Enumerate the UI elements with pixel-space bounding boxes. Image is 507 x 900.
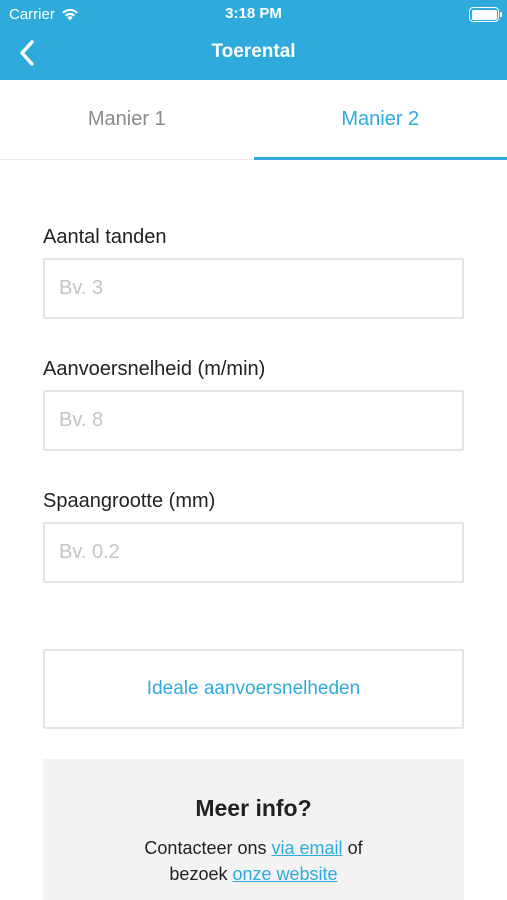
info-title: Meer info? (195, 795, 312, 821)
navbar: Toerental (0, 30, 507, 80)
form-content: Aantal tanden Aanvoersnelheid (m/min) Sp… (0, 224, 507, 900)
app-screen: Carrier 3:18 PM Toerental Manier 1 Manie… (0, 0, 507, 900)
header: Carrier 3:18 PM Toerental (0, 0, 507, 80)
info-visit-text: bezoek (169, 864, 228, 884)
chip-size-input[interactable] (43, 522, 464, 583)
ideal-feed-rates-button[interactable]: Ideale aanvoersnelheden (43, 649, 464, 729)
info-text: Contacteer ons via email of bezoek onze … (43, 835, 464, 887)
feed-rate-input[interactable] (43, 390, 464, 451)
page-title: Toerental (211, 41, 296, 62)
info-box: Meer info? Contacteer ons via email of b… (43, 759, 464, 900)
status-bar: Carrier 3:18 PM (0, 0, 507, 30)
tab-bar: Manier 1 Manier 2 (0, 80, 507, 160)
website-link[interactable]: onze website (232, 864, 337, 884)
feed-rate-label: Aanvoersnelheid (m/min) (43, 358, 266, 380)
tab-manier-2[interactable]: Manier 2 (253, 80, 507, 160)
chip-size-label: Spaangrootte (mm) (43, 490, 216, 512)
tab-manier-1[interactable]: Manier 1 (0, 80, 254, 159)
battery-icon (469, 7, 502, 22)
info-contact-text: Contacteer ons (144, 838, 267, 858)
info-or-text: of (347, 838, 363, 858)
email-link[interactable]: via email (272, 838, 343, 858)
status-time: 3:18 PM (225, 5, 282, 22)
teeth-input[interactable] (43, 258, 464, 319)
teeth-label: Aantal tanden (43, 226, 167, 248)
